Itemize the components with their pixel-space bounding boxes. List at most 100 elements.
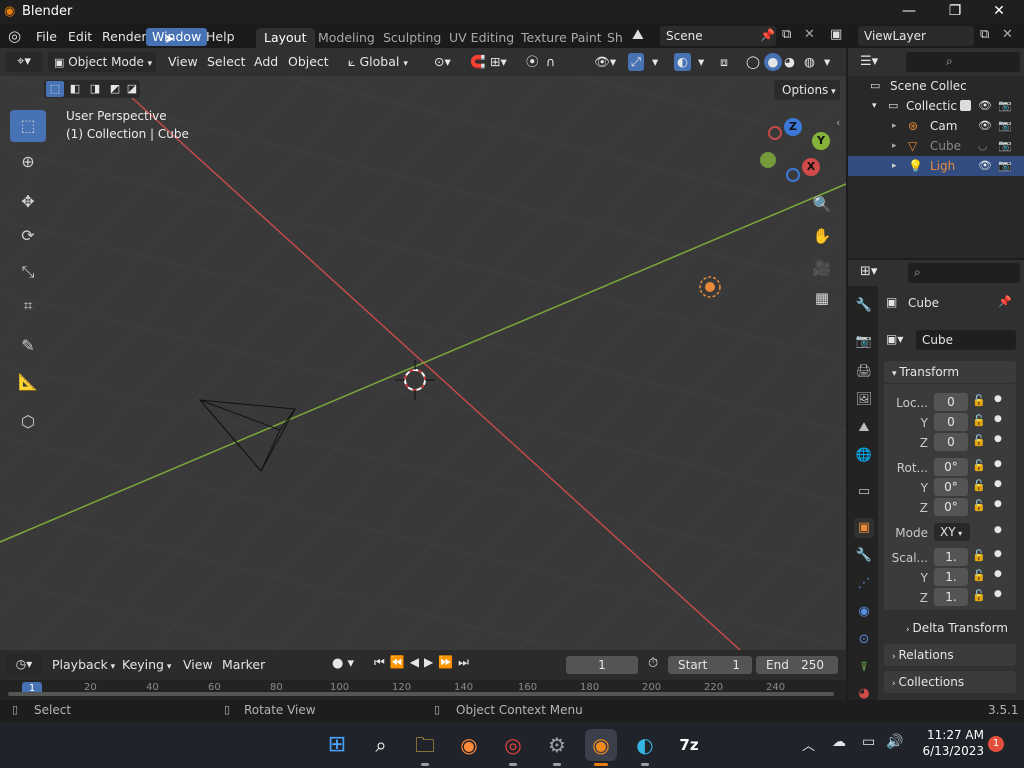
snap-target-icon[interactable]: ⊞▾ [490,53,507,71]
expand-arrow-icon[interactable]: ▸ [892,156,897,176]
new-viewlayer-icon[interactable]: ⧉ [980,27,989,42]
zoom-icon[interactable]: 🔍 [808,190,836,218]
lock-icon[interactable]: 🔓 [972,499,986,512]
particles-tab-icon[interactable]: ⋰ [854,574,874,594]
navigation-gizmo[interactable]: Z Y X [760,116,838,192]
pivot-icon[interactable]: ⊙▾ [434,53,451,71]
menu-render[interactable]: Render [96,28,153,46]
lock-icon[interactable]: 🔓 [972,589,986,602]
lock-icon[interactable]: 🔓 [972,459,986,472]
firefox-icon[interactable]: ◉ [453,729,485,761]
timeline-ruler[interactable]: 1 20 40 60 80 100 120 140 160 180 200 22… [0,680,846,700]
rotation-mode-dropdown[interactable]: XY ▾ [934,523,970,541]
rotation-z-field[interactable]: 0° [934,498,968,516]
snap-icon[interactable]: 🧲 [470,53,486,71]
keyframe-dot-icon[interactable]: ● [994,549,1002,559]
scale-tool[interactable]: ⤡ [10,256,46,288]
maximize-button[interactable]: ❐ [932,0,978,24]
visibility-icon[interactable]: 👁▾ [594,53,616,71]
3d-viewport[interactable]: User Perspective (1) Collection | Cube ⬚… [0,76,846,650]
keyframe-dot-icon[interactable]: ● [994,459,1002,469]
render-camera-icon[interactable]: 📷 [998,116,1012,136]
overlay-toggle-icon[interactable]: ◐ [674,53,691,71]
overlay-dropdown-icon[interactable]: ▾ [698,53,704,71]
delta-transform-subpanel[interactable]: › Delta Transform [884,618,1016,638]
shading-dropdown-icon[interactable]: ▾ [824,53,830,71]
relations-panel-header[interactable]: › Relations [884,644,1016,666]
expand-arrow-icon[interactable]: ▸ [892,116,897,136]
tab-modeling[interactable]: Modeling [310,28,383,48]
gizmo-x-icon[interactable]: X [802,158,820,176]
checkbox-icon[interactable] [960,100,971,111]
render-tab-icon[interactable]: 📷 [854,332,874,352]
outliner-editor-icon[interactable]: ☰▾ [860,54,878,69]
volume-icon[interactable]: 🔊 [886,734,903,750]
tab-texture-paint[interactable]: Texture Paint [513,28,610,48]
select-subtract-icon[interactable]: ◨ [86,81,104,97]
select-box-tool[interactable]: ⬚ [10,110,46,142]
edge-icon[interactable]: ◐ [629,729,661,766]
menu-add[interactable]: Add [254,53,278,71]
modifier-tab-icon[interactable]: 🔧 [854,546,874,566]
keyframe-dot-icon[interactable]: ● [994,589,1002,599]
menu-keying[interactable]: Keying ▾ [122,656,171,674]
render-camera-icon[interactable]: 📷 [998,96,1012,116]
gizmo-neg-y-icon[interactable] [760,152,776,168]
menu-window[interactable]: Window [146,28,208,46]
transform-panel-header[interactable]: ▾ Transform [884,361,1016,383]
cursor-tool[interactable]: ⊕ [10,146,46,178]
pin-icon[interactable]: 📌 [760,28,775,42]
physics-tab-icon[interactable]: ◉ [854,602,874,622]
menu-file[interactable]: File [30,28,63,46]
lock-icon[interactable]: 🔓 [972,394,986,407]
record-icon[interactable]: ● ▾ [332,656,354,671]
xray-icon[interactable]: ⧈ [720,53,728,71]
outliner-scene-collection[interactable]: ▭ Scene Collec [848,76,1024,96]
delete-scene-icon[interactable]: ✕ [804,27,815,42]
eye-icon[interactable]: 👁 [978,116,992,136]
viewlayer-name-field[interactable]: ViewLayer [858,26,974,46]
measure-tool[interactable]: 📐 [10,366,46,398]
end-frame-field[interactable]: End 250 [756,656,838,674]
outliner-search-input[interactable]: ⌕ [906,52,1020,72]
properties-search-input[interactable]: ⌕ [908,263,1020,283]
lock-icon[interactable]: 🔓 [972,569,986,582]
select-invert-icon[interactable]: ◩ [106,81,124,97]
tab-layout[interactable]: Layout [256,28,315,48]
menu-object[interactable]: Object [288,53,329,71]
location-x-field[interactable]: 0 [934,393,968,411]
collection-tab-icon[interactable]: ▭ [854,482,874,502]
viewlayer-icon[interactable]: ▣ [830,27,842,42]
tab-uv-editing[interactable]: UV Editing [441,28,522,48]
tab-shading[interactable]: Sh [599,28,631,48]
world-tab-icon[interactable]: 🌐 [854,446,874,466]
options-dropdown[interactable]: Options ▾ [774,80,840,100]
lock-icon[interactable]: 🔓 [972,414,986,427]
orientation-dropdown[interactable]: ⟀ Global ▾ [348,53,408,71]
eye-closed-icon[interactable]: ◡ [978,136,988,156]
network-icon[interactable]: ☁ [832,734,846,750]
display-icon[interactable]: ▭ [862,734,875,750]
transform-tool[interactable]: ⌗ [10,290,46,322]
blender-icon[interactable]: ◉ [585,729,617,766]
object-name-field[interactable]: Cube [916,330,1016,350]
scene-tab-icon[interactable]: ⛰ [854,418,874,438]
minimize-button[interactable]: — [886,0,932,24]
menu-edit[interactable]: Edit [62,28,98,46]
tab-sculpting[interactable]: Sculpting [375,28,449,48]
new-scene-icon[interactable]: ⧉ [782,27,791,42]
properties-editor-icon[interactable]: ⊞▾ [860,264,877,279]
gizmo-neg-x-icon[interactable] [768,126,782,140]
start-frame-field[interactable]: Start 1 [668,656,752,674]
rotation-y-field[interactable]: 0° [934,478,968,496]
menu-help[interactable]: Help [200,28,241,46]
lock-icon[interactable]: 🔓 [972,549,986,562]
menu-playback[interactable]: Playback ▾ [52,656,115,674]
notification-badge[interactable]: 1 [988,736,1004,752]
render-camera-icon[interactable]: 📷 [998,156,1012,176]
view-layer-tab-icon[interactable]: 🖼 [854,390,874,410]
expand-arrow-icon[interactable]: ▾ [872,96,877,116]
keyframe-dot-icon[interactable]: ● [994,525,1002,535]
editor-type-icon[interactable]: ⌖▾ [6,52,42,72]
eye-icon[interactable]: 👁 [978,96,992,116]
